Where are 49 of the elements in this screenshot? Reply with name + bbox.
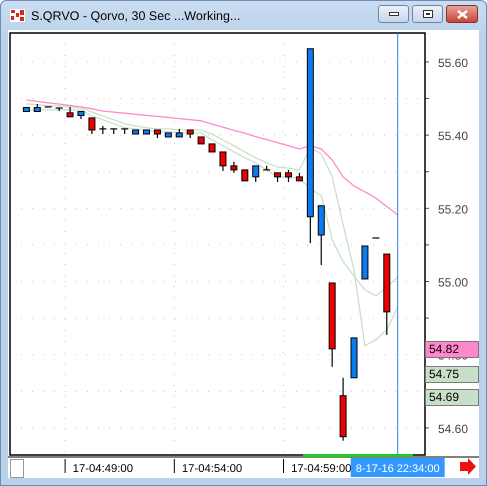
candlestick (263, 166, 270, 170)
app-icon (10, 9, 25, 22)
candlestick (241, 169, 248, 182)
candlestick (350, 337, 358, 378)
candlestick (340, 378, 347, 441)
price-tag: 54.75 (425, 366, 479, 383)
axis-label: 55.20 (438, 202, 468, 216)
candlestick (99, 126, 106, 134)
candlestick (186, 130, 194, 138)
candlestick (176, 128, 183, 138)
candlestick (154, 130, 161, 138)
candlestick (361, 246, 368, 280)
close-button[interactable] (446, 5, 478, 23)
candlestick (219, 151, 226, 171)
axis-label: 55.00 (438, 276, 468, 290)
candlestick (56, 107, 63, 111)
candlestick (44, 106, 52, 108)
scroll-thumb[interactable] (10, 459, 24, 478)
minimize-icon (388, 12, 398, 16)
candlestick (284, 170, 292, 182)
candlestick (252, 165, 260, 182)
window-title: S.QRVO - Qorvo, 30 Sec ...Working... (31, 8, 242, 22)
axis-label: 55.60 (438, 56, 468, 70)
candlestick (77, 111, 84, 119)
time-label: 17-04:49:00 (72, 463, 133, 475)
candlestick (66, 106, 74, 118)
minimize-button[interactable] (378, 5, 409, 23)
maximize-icon (422, 10, 432, 18)
axis-label: 55.40 (438, 129, 468, 144)
candlestick (230, 162, 238, 173)
cursor-time-label: 8-17-16 22:34:00 (350, 458, 445, 477)
candlestick (110, 128, 118, 134)
price-tag: 54.82 (425, 341, 479, 358)
candlestick (274, 172, 282, 182)
time-label: 17-04:59:00 (291, 463, 352, 475)
price-tag: 54.69 (425, 389, 479, 406)
maximize-button[interactable] (412, 5, 443, 23)
axis-label: 54.60 (438, 422, 468, 436)
arrow-right-icon[interactable] (460, 458, 476, 475)
candlestick (88, 117, 96, 134)
candlestick (34, 104, 41, 112)
close-icon (456, 10, 468, 18)
time-label: 17-04:54:00 (182, 463, 242, 475)
candlestick (372, 237, 380, 239)
candlestick (22, 107, 30, 112)
candlestick (318, 205, 325, 266)
candlestick (296, 172, 303, 182)
candlestick (164, 132, 172, 138)
candlestick (121, 128, 128, 134)
